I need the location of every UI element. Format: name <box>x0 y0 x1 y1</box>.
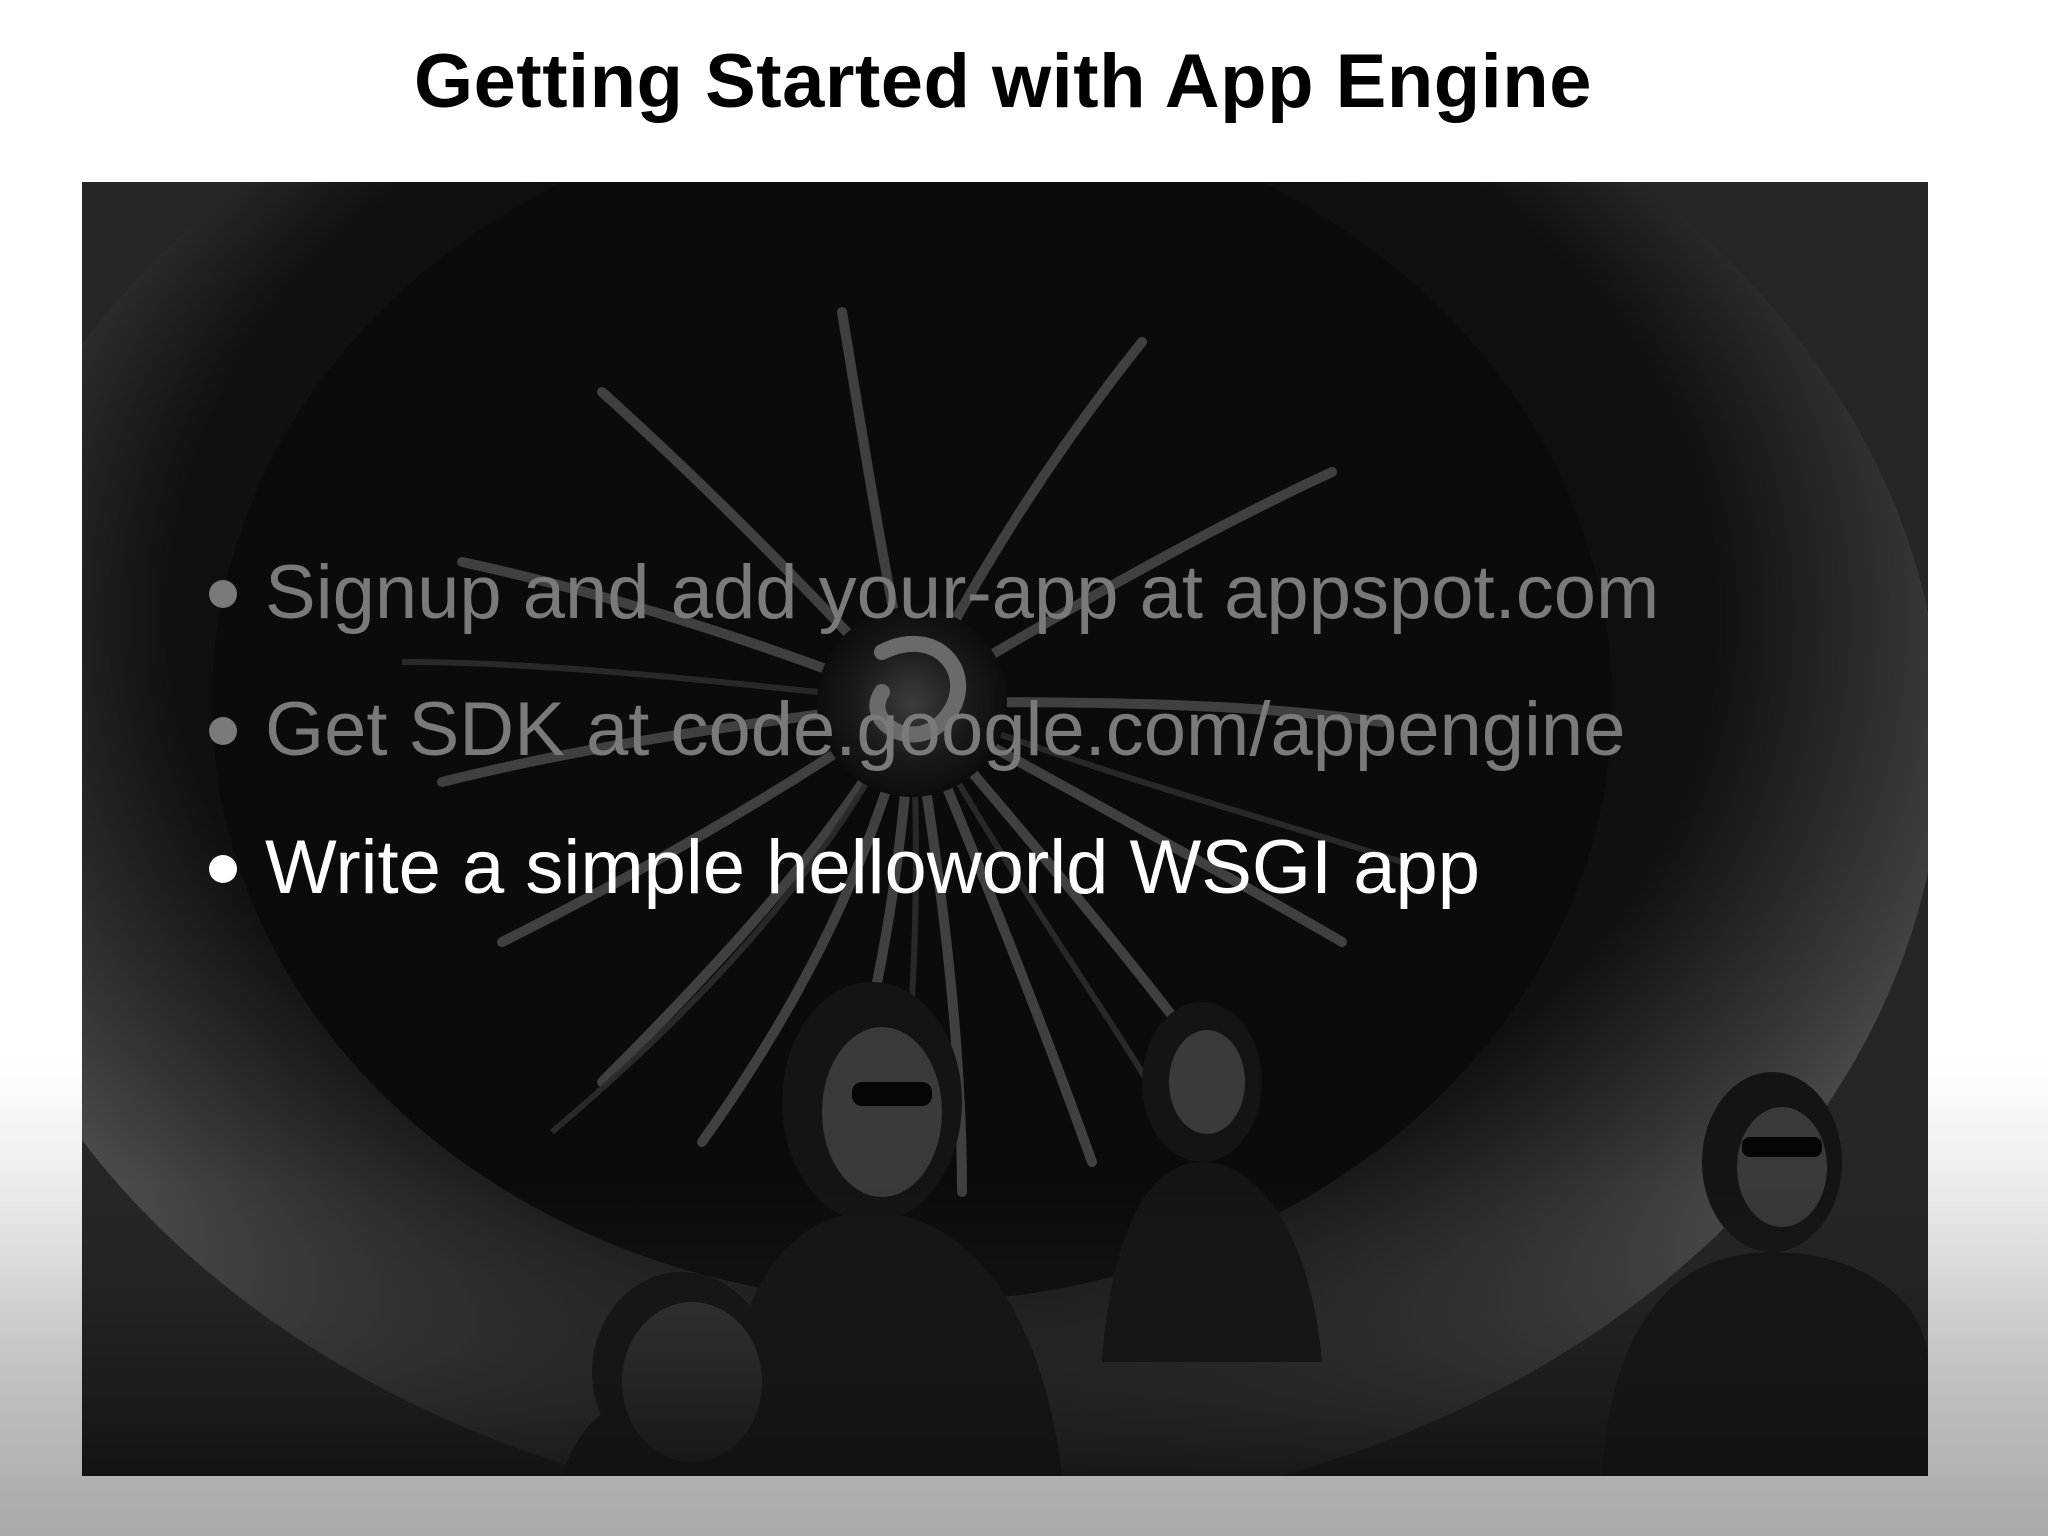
bullet-item-get-sdk: Get SDK at code.google.com/appengine <box>209 692 1625 768</box>
bullet-dot-icon <box>209 854 237 883</box>
bullet-list: Signup and add your-app at appspot.com G… <box>82 182 1928 1476</box>
bullet-dot-icon <box>209 579 237 608</box>
slide-title: Getting Started with App Engine <box>414 39 1592 124</box>
bullet-item-helloworld: Write a simple helloworld WSGI app <box>209 830 1480 906</box>
bullet-text: Write a simple helloworld WSGI app <box>265 825 1481 910</box>
bullet-item-signup: Signup and add your-app at appspot.com <box>209 555 1659 631</box>
bullet-text: Get SDK at code.google.com/appengine <box>265 687 1626 772</box>
bullet-text: Signup and add your-app at appspot.com <box>265 550 1660 635</box>
jet-engine-photo: Signup and add your-app at appspot.com G… <box>82 182 1928 1476</box>
bullet-dot-icon <box>209 716 237 745</box>
